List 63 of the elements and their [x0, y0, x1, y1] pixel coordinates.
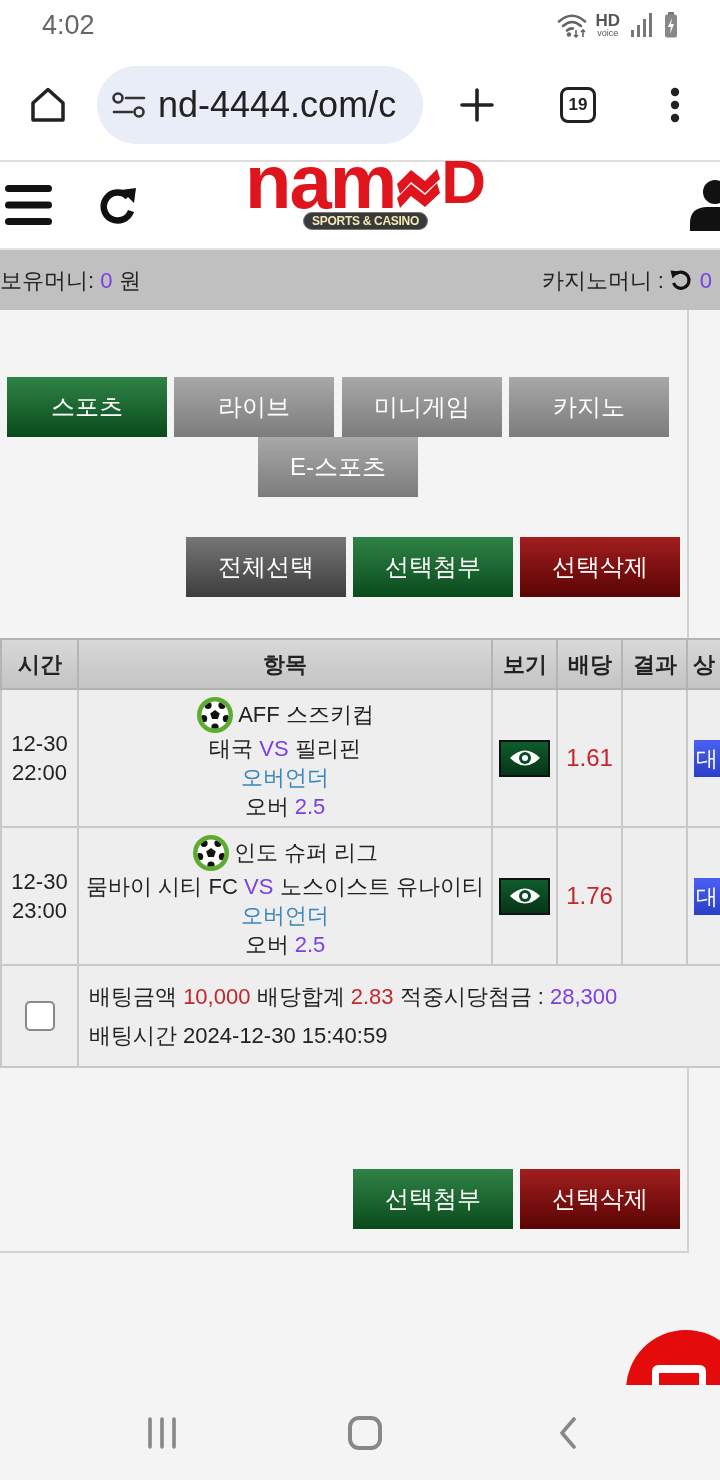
- site-settings-icon[interactable]: [112, 91, 146, 119]
- logo-text: nam: [245, 156, 396, 208]
- eye-icon: [508, 886, 541, 906]
- column-header: 보기: [492, 639, 557, 689]
- match-teams: 뭄바이 시티 FC VS 노스이스트 유나이티: [85, 872, 485, 901]
- signal-icon: [630, 12, 654, 38]
- column-header: 결과: [622, 639, 687, 689]
- checkbox[interactable]: [24, 1001, 55, 1031]
- category-tab[interactable]: 스포츠: [7, 377, 167, 437]
- soccer-ball-icon: [196, 695, 235, 734]
- market-name: 오버언더: [240, 763, 330, 792]
- casino-money-label: 카지노머니 :: [541, 266, 664, 295]
- refresh-icon[interactable]: [98, 185, 138, 225]
- match-date: 12-30: [10, 730, 69, 758]
- column-header: 항목: [78, 639, 492, 689]
- more-icon[interactable]: [670, 87, 680, 123]
- view-button[interactable]: [499, 739, 550, 777]
- clock-time: 4:02: [42, 10, 95, 40]
- odds-value: 1.61: [566, 744, 613, 771]
- voice-label: voice: [597, 27, 619, 38]
- hd-label: HD: [595, 12, 620, 28]
- wifi-icon: [557, 12, 588, 38]
- odds-value: 1.76: [566, 882, 613, 909]
- pick-line: 오버 2.5: [243, 930, 327, 959]
- select-all-button[interactable]: 전체선택: [186, 537, 346, 597]
- recent-apps-icon[interactable]: [147, 1416, 177, 1449]
- plus-icon[interactable]: [460, 88, 494, 122]
- tab-count-button[interactable]: 19: [560, 87, 596, 123]
- holding-money: 보유머니: 0 원: [0, 266, 141, 295]
- back-icon[interactable]: [559, 1416, 577, 1449]
- logo-text: D: [441, 156, 487, 208]
- column-header: 상: [687, 639, 720, 689]
- address-bar[interactable]: nd-4444.com/c: [97, 66, 423, 144]
- column-header: 배당: [557, 639, 622, 689]
- bet-summary-text: 배팅금액 10,000 배당합계 2.83 적중시당첨금 : 28,300: [89, 983, 619, 1011]
- casino-money-value: 0: [699, 266, 712, 295]
- match-date: 12-30: [10, 868, 69, 896]
- user-icon[interactable]: [690, 179, 720, 231]
- status-tag: 대: [694, 877, 720, 915]
- match-time: 23:00: [10, 897, 69, 925]
- league-name: 인도 슈퍼 리그: [233, 839, 379, 867]
- delete-button[interactable]: 선택삭제: [520, 537, 680, 597]
- refresh-icon[interactable]: [669, 269, 692, 291]
- eye-icon: [508, 748, 541, 768]
- pick-line: 오버 2.5: [243, 792, 327, 821]
- floating-button[interactable]: [626, 1330, 720, 1385]
- home-icon[interactable]: [28, 85, 68, 125]
- attach-button[interactable]: 선택첨부: [353, 1169, 513, 1229]
- bet-time-text: 배팅시간 2024-12-30 15:40:59: [89, 1022, 389, 1050]
- view-button[interactable]: [499, 877, 550, 915]
- soccer-ball-icon: [191, 833, 230, 872]
- delete-button[interactable]: 선택삭제: [520, 1169, 680, 1229]
- match-time: 22:00: [10, 759, 69, 787]
- league-name: AFF 스즈키컵: [238, 701, 374, 729]
- menu-icon[interactable]: [5, 185, 52, 225]
- battery-charging-icon: [664, 12, 678, 38]
- attach-button[interactable]: 선택첨부: [353, 537, 513, 597]
- status-tag: 대: [694, 739, 720, 777]
- market-name: 오버언더: [240, 901, 330, 930]
- url-text: nd-4444.com/c: [158, 84, 397, 126]
- logo-tagline: SPORTS & CASINO: [303, 212, 428, 230]
- match-teams: 태국 VS 필리핀: [208, 734, 362, 763]
- column-header: 시간: [1, 639, 78, 689]
